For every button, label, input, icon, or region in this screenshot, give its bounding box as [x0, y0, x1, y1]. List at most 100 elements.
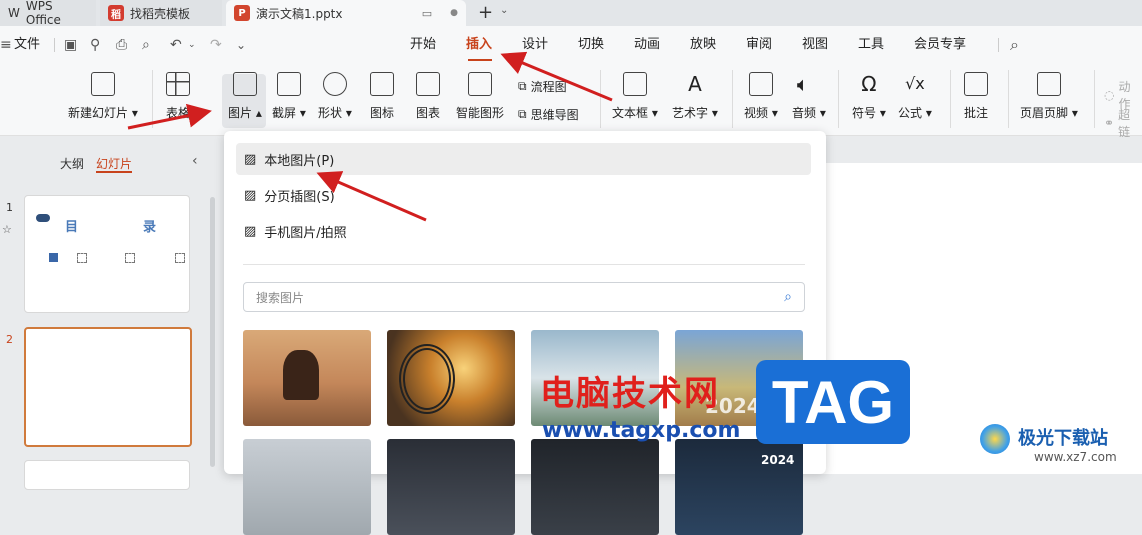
new-slide-button[interactable]: 新建幻灯片 ▾	[68, 72, 138, 121]
flowchart-icon: ⧉	[518, 79, 527, 93]
flowchart-button[interactable]: ⧉ 流程图	[518, 78, 567, 95]
outline-tab[interactable]: 大纲	[60, 155, 84, 172]
header-footer-button[interactable]: 页眉页脚 ▾	[1020, 72, 1078, 121]
shape-icon	[322, 72, 347, 96]
unsaved-dot-icon: ●	[450, 8, 458, 18]
mindmap-button[interactable]: ⧉ 思维导图	[518, 106, 579, 123]
slide-placeholder-icon	[77, 253, 87, 263]
slide-placeholder-icon	[125, 253, 135, 263]
watermark-url: www.tagxp.com	[542, 418, 741, 443]
aurora-logo-icon	[980, 424, 1010, 454]
screenshot-icon	[276, 72, 301, 96]
wordart-button[interactable]: A 艺术字 ▾	[672, 72, 718, 121]
tab-list-chevron-icon[interactable]: ⌄	[500, 5, 508, 16]
menu-slideshow[interactable]: 放映	[690, 26, 716, 64]
icon-library-icon	[370, 72, 394, 96]
menu-review[interactable]: 审阅	[746, 26, 772, 64]
mindmap-icon: ⧉	[518, 107, 527, 121]
more-chevron-icon[interactable]: ⌄	[236, 26, 246, 64]
stock-photo-dartboard[interactable]	[387, 330, 515, 426]
tab-template-store[interactable]: 稻 找稻壳模板	[100, 0, 222, 26]
ribbon-separator	[950, 70, 951, 128]
formula-button[interactable]: √x 公式 ▾	[898, 72, 932, 121]
new-tab-plus-icon[interactable]: +	[478, 2, 493, 23]
tab-presentation[interactable]: P 演示文稿1.pptx ▭ ●	[226, 0, 466, 26]
stock-photo-winter[interactable]	[243, 439, 371, 535]
screenshot-button[interactable]: 截屏 ▾	[272, 72, 306, 121]
photo-2024-label: 2024	[761, 453, 795, 467]
slide-thumbnail-2[interactable]	[24, 327, 192, 447]
screen-icon[interactable]: ▭	[422, 7, 432, 20]
menu-member[interactable]: 会员专享	[914, 26, 966, 64]
print-preview-icon[interactable]: ⌕	[142, 26, 150, 64]
stock-photo-person[interactable]	[387, 439, 515, 535]
ribbon-separator	[838, 70, 839, 128]
print-icon[interactable]: ⎙	[116, 26, 127, 64]
hamburger-menu-icon[interactable]: ≡	[0, 26, 12, 64]
phone-picture-item[interactable]: ▨ 手机图片/拍照	[236, 215, 811, 247]
menu-design[interactable]: 设计	[522, 26, 548, 64]
menu-start[interactable]: 开始	[410, 26, 436, 64]
picture-button[interactable]: 图片 ▴	[228, 72, 262, 121]
slide-number: 2	[6, 333, 13, 346]
paged-illustration-item[interactable]: ▨ 分页插图(S)	[236, 179, 811, 211]
search-icon[interactable]: ⌕	[784, 289, 792, 305]
pptx-file-icon: P	[234, 5, 250, 21]
menu-transition[interactable]: 切换	[578, 26, 604, 64]
local-picture-item[interactable]: ▨ 本地图片(P)	[236, 143, 811, 175]
menu-divider	[54, 38, 55, 52]
slide-thumbnail-1[interactable]: 目 录	[24, 195, 190, 313]
menu-file[interactable]: 文件	[14, 26, 40, 64]
horse-silhouette	[283, 350, 319, 400]
stock-photo-2024-night[interactable]: 2024	[675, 439, 803, 535]
watermark-site-url: www.xz7.com	[1034, 450, 1117, 464]
video-icon	[748, 72, 773, 96]
undo-icon[interactable]: ↶	[170, 26, 182, 64]
menu-bar: ≡ 文件 ▣ ⚲ ⎙ ⌕ ↶ ⌄ ↷ ⌄ 开始 插入 设计 切换 动画 放映 审…	[0, 26, 1142, 64]
search-icon[interactable]: ⌕	[1010, 26, 1019, 64]
slide-number: 1	[6, 201, 13, 214]
stock-photo-question[interactable]	[531, 439, 659, 535]
textbox-button[interactable]: 文本框 ▾	[612, 72, 658, 121]
tab-wps-office[interactable]: W WPS Office	[0, 0, 96, 27]
smartart-button[interactable]: 智能图形	[456, 72, 504, 121]
hyperlink-button[interactable]: ⚭ 超链	[1104, 106, 1142, 140]
table-button[interactable]: 表格	[166, 72, 190, 121]
hyperlink-icon: ⚭	[1104, 116, 1115, 130]
picture-search-input[interactable]: 搜索图片 ⌕	[243, 282, 805, 312]
picture-icon	[232, 72, 257, 96]
stock-photo-horse[interactable]	[243, 330, 371, 426]
slides-tab[interactable]: 幻灯片	[96, 155, 132, 172]
docer-logo-icon: 稻	[108, 5, 124, 21]
menu-animation[interactable]: 动画	[634, 26, 660, 64]
menu-tools[interactable]: 工具	[858, 26, 884, 64]
menu-view[interactable]: 视图	[802, 26, 828, 64]
chart-button[interactable]: 图表	[416, 72, 440, 121]
paged-image-icon: ▨	[244, 187, 257, 203]
wps-logo-icon: W	[8, 6, 20, 20]
collapse-panel-icon[interactable]: ‹	[192, 153, 198, 169]
slide-thumbnail-3[interactable]	[24, 460, 190, 490]
slides-tab-underline	[96, 171, 132, 173]
ribbon-separator	[1008, 70, 1009, 128]
redo-icon[interactable]: ↷	[210, 26, 222, 64]
insert-ribbon: 新建幻灯片 ▾ 表格 图片 ▴ 截屏 ▾ 形状 ▾ 图标 图表 智能图形 ⧉ 流程…	[0, 64, 1142, 139]
menu-divider	[998, 38, 999, 52]
shape-button[interactable]: 形状 ▾	[318, 72, 352, 121]
audio-button[interactable]: 🔈︎ 音频 ▾	[792, 72, 826, 121]
watermark-tag-badge: TAG	[756, 360, 910, 444]
symbol-button[interactable]: Ω 符号 ▾	[852, 72, 886, 121]
comment-button[interactable]: 批注	[964, 72, 988, 121]
menu-divider	[243, 264, 805, 265]
icon-button[interactable]: 图标	[370, 72, 394, 121]
ribbon-separator	[152, 70, 153, 128]
link-icon[interactable]: ⚲	[90, 26, 100, 64]
undo-dropdown-icon[interactable]: ⌄	[188, 26, 196, 64]
video-button[interactable]: 视频 ▾	[744, 72, 778, 121]
panel-scrollbar[interactable]	[210, 197, 215, 467]
textbox-icon	[622, 72, 647, 96]
watermark-cn-text: 电脑技术网	[540, 374, 720, 414]
slide-placeholder-icon	[175, 253, 185, 263]
save-icon[interactable]: ▣	[64, 26, 77, 64]
image-icon: ▨	[244, 151, 257, 167]
